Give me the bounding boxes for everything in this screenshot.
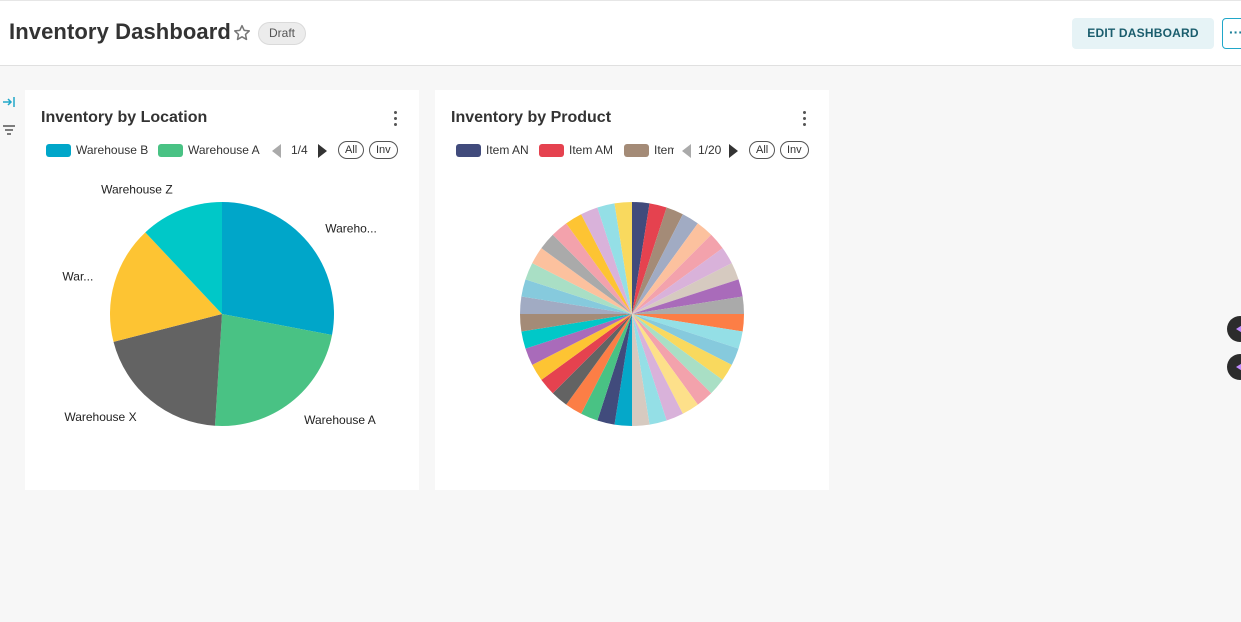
chart-card-product: Inventory by Product Item AN Item AM Ite… <box>435 90 829 490</box>
pie-slice-label: Warehouse Z <box>101 182 173 196</box>
page-title: Inventory Dashboard <box>9 19 231 44</box>
status-badge: Draft <box>258 22 307 45</box>
filter-icon[interactable] <box>2 123 16 137</box>
pie-slice-label: Warehouse A <box>304 413 376 427</box>
pie-slice-label: War... <box>62 270 93 284</box>
expand-arrow-icon[interactable] <box>2 95 16 109</box>
location-pie-chart: Wareho... Warehouse A Warehouse X War... War… <box>62 182 377 427</box>
more-options-button[interactable]: ··· <box>1222 18 1241 49</box>
edit-dashboard-button[interactable]: EDIT DASHBOARD <box>1072 18 1214 49</box>
ai-tools-button[interactable] <box>1227 354 1241 380</box>
product-pie-chart <box>520 202 744 426</box>
star-outline-icon[interactable] <box>232 23 252 43</box>
sparkle-icon <box>1236 362 1241 372</box>
pie-slice-label: Warehouse X <box>64 410 136 424</box>
chart-card-location: Inventory by Location Warehouse B Wareho… <box>25 90 419 490</box>
assistant-button[interactable] <box>1227 316 1241 342</box>
pie-slice-label: Wareho... <box>325 222 377 236</box>
dashboard-header: Inventory Dashboard Draft EDIT DASHBOARD… <box>0 0 1241 66</box>
pie-slice[interactable] <box>222 202 334 335</box>
sparkle-icon <box>1236 324 1241 334</box>
